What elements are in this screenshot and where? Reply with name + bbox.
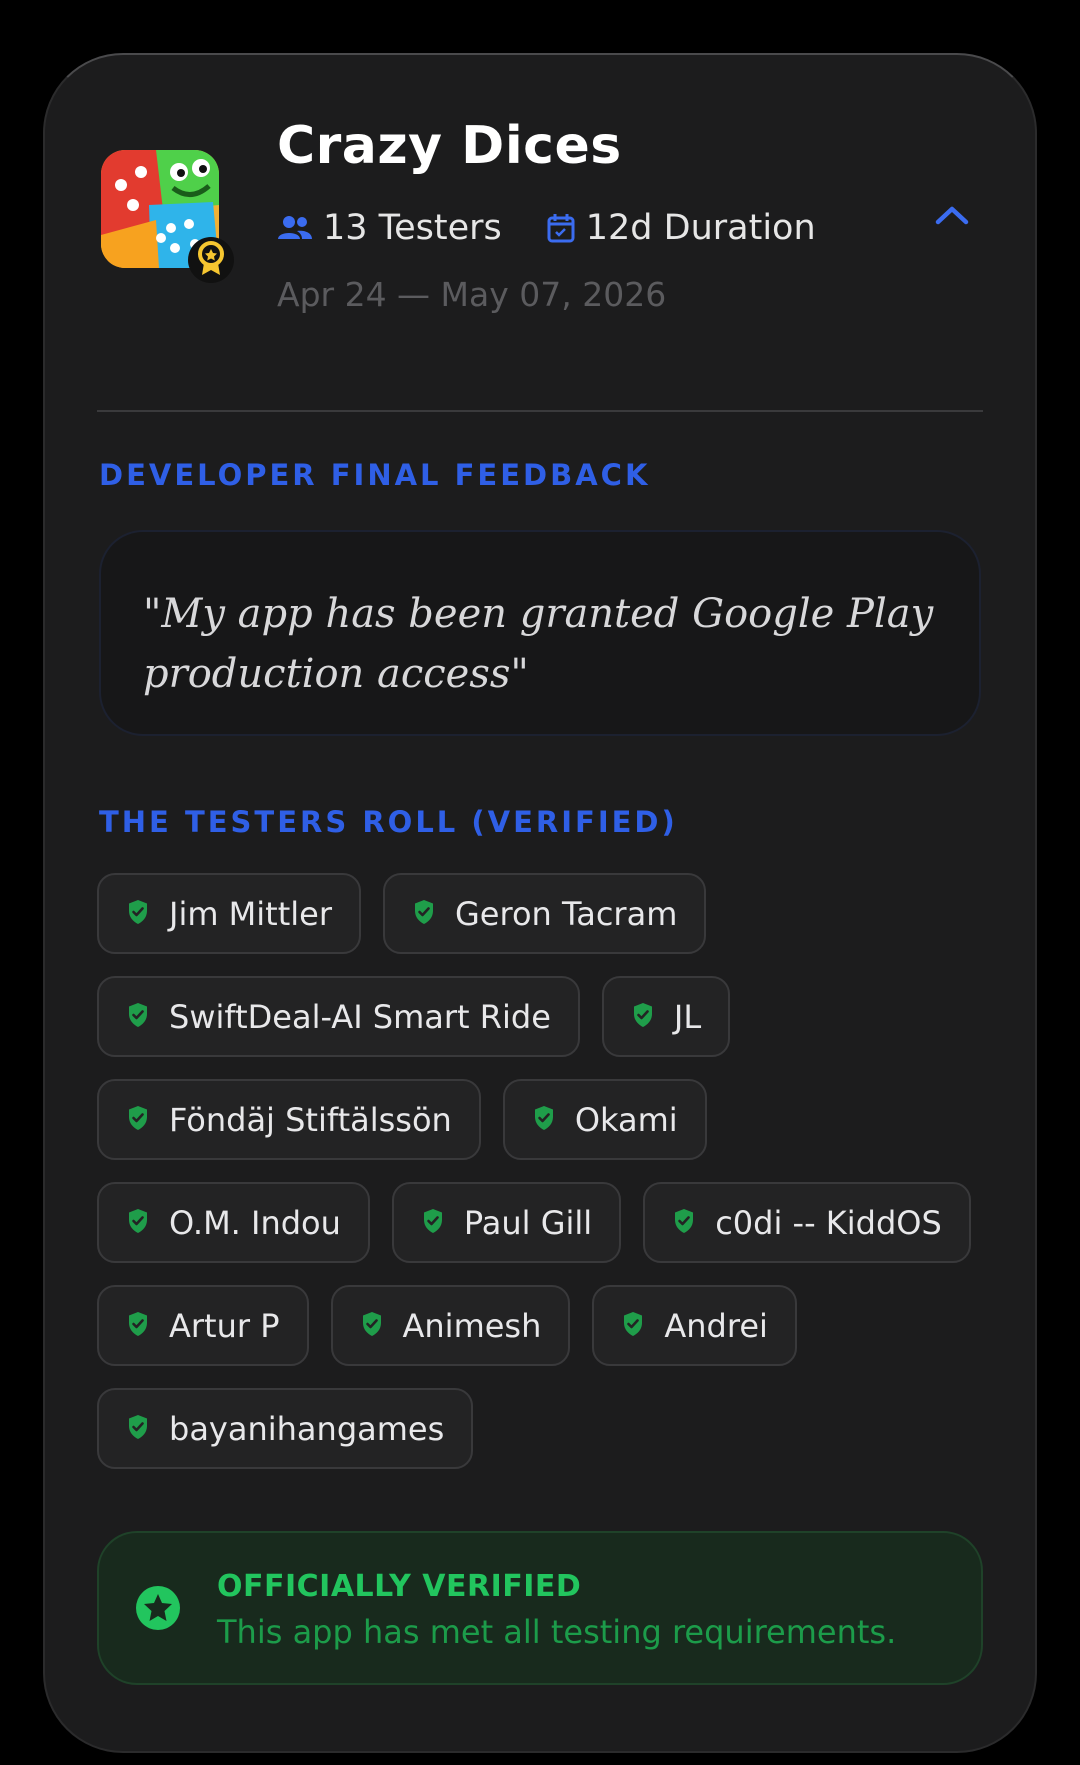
tester-name: JL (673, 997, 702, 1036)
testers-label: 13 Testers (323, 208, 502, 248)
testers-count: 13 Testers (277, 208, 502, 248)
tester-name: Animesh (402, 1306, 542, 1345)
testers-row: Föndäj Stiftälssön Okami (97, 1079, 987, 1160)
feedback-quote-box: "My app has been granted Google Play pro… (99, 530, 981, 736)
tester-chip[interactable]: c0di -- KiddOS (643, 1182, 971, 1263)
verification-banner: OFFICIALLY VERIFIED This app has met all… (97, 1531, 983, 1685)
section-divider (97, 410, 983, 412)
tester-chip[interactable]: JL (601, 976, 731, 1057)
tester-name: Artur P (169, 1306, 280, 1345)
testers-row: bayanihangames (97, 1388, 987, 1469)
feedback-quote: "My app has been granted Google Play pro… (143, 591, 934, 697)
tester-name: c0di -- KiddOS (715, 1203, 942, 1242)
date-range: Apr 24 — May 07, 2026 (277, 275, 667, 314)
verified-shield-icon (413, 895, 435, 933)
tester-name: Andrei (664, 1306, 768, 1345)
tester-name: Paul Gill (463, 1203, 593, 1242)
app-title: Crazy Dices (277, 116, 622, 176)
people-icon (278, 216, 312, 239)
tester-chip[interactable]: Paul Gill (391, 1182, 622, 1263)
chevron-up-icon (935, 206, 969, 225)
tester-name: SwiftDeal-AI Smart Ride (169, 997, 551, 1036)
tester-chip[interactable]: Artur P (97, 1285, 309, 1366)
verified-star-badge-icon (136, 1586, 180, 1630)
verification-subtitle: This app has met all testing requirement… (217, 1613, 897, 1651)
verified-shield-icon (361, 1307, 383, 1345)
app-meta-row: 13 Testers 12d Duration (277, 205, 816, 251)
tester-name: Okami (574, 1100, 678, 1139)
testers-row: SwiftDeal-AI Smart Ride JL (97, 976, 987, 1057)
tester-name: Föndäj Stiftälssön (169, 1100, 452, 1139)
tester-chip[interactable]: Okami (502, 1079, 707, 1160)
testers-row: O.M. Indou Paul Gill c0di -- KiddOS (97, 1182, 987, 1263)
duration-label: 12d Duration (585, 208, 816, 248)
verified-shield-icon (127, 1101, 149, 1139)
verified-shield-icon (127, 998, 149, 1036)
verified-shield-icon (622, 1307, 644, 1345)
verified-shield-icon (127, 1410, 149, 1448)
verified-shield-icon (632, 998, 654, 1036)
tester-name: bayanihangames (169, 1409, 445, 1448)
award-ribbon-icon (188, 237, 234, 283)
tester-chip[interactable]: SwiftDeal-AI Smart Ride (97, 976, 580, 1057)
verified-shield-icon (422, 1204, 444, 1242)
tester-chip[interactable]: bayanihangames (97, 1388, 474, 1469)
tester-chip[interactable]: Geron Tacram (383, 873, 707, 954)
testers-section-label: THE TESTERS ROLL (VERIFIED) (99, 805, 678, 839)
verified-shield-icon (127, 1307, 149, 1345)
testers-row: Artur P Animesh Andrei (97, 1285, 987, 1366)
feedback-section-label: DEVELOPER FINAL FEEDBACK (99, 458, 651, 492)
verification-title: OFFICIALLY VERIFIED (217, 1569, 582, 1604)
tester-chip[interactable]: Jim Mittler (97, 873, 361, 954)
dice-game-app-icon (101, 150, 234, 283)
tester-chip[interactable]: Animesh (330, 1285, 571, 1366)
verified-shield-icon (127, 895, 149, 933)
tester-chip[interactable]: O.M. Indou (97, 1182, 370, 1263)
calendar-icon (547, 214, 575, 243)
testers-list: Jim Mittler Geron Tacram SwiftDeal-AI Sm… (97, 873, 987, 1491)
duration-info: 12d Duration (546, 208, 816, 248)
tester-name: Geron Tacram (455, 894, 678, 933)
tester-chip[interactable]: Föndäj Stiftälssön (97, 1079, 481, 1160)
tester-name: O.M. Indou (169, 1203, 341, 1242)
collapse-button[interactable] (930, 198, 974, 232)
verified-shield-icon (673, 1204, 695, 1242)
verified-shield-icon (533, 1101, 555, 1139)
tester-chip[interactable]: Andrei (592, 1285, 797, 1366)
testers-row: Jim Mittler Geron Tacram (97, 873, 987, 954)
verified-shield-icon (127, 1204, 149, 1242)
tester-name: Jim Mittler (169, 894, 332, 933)
